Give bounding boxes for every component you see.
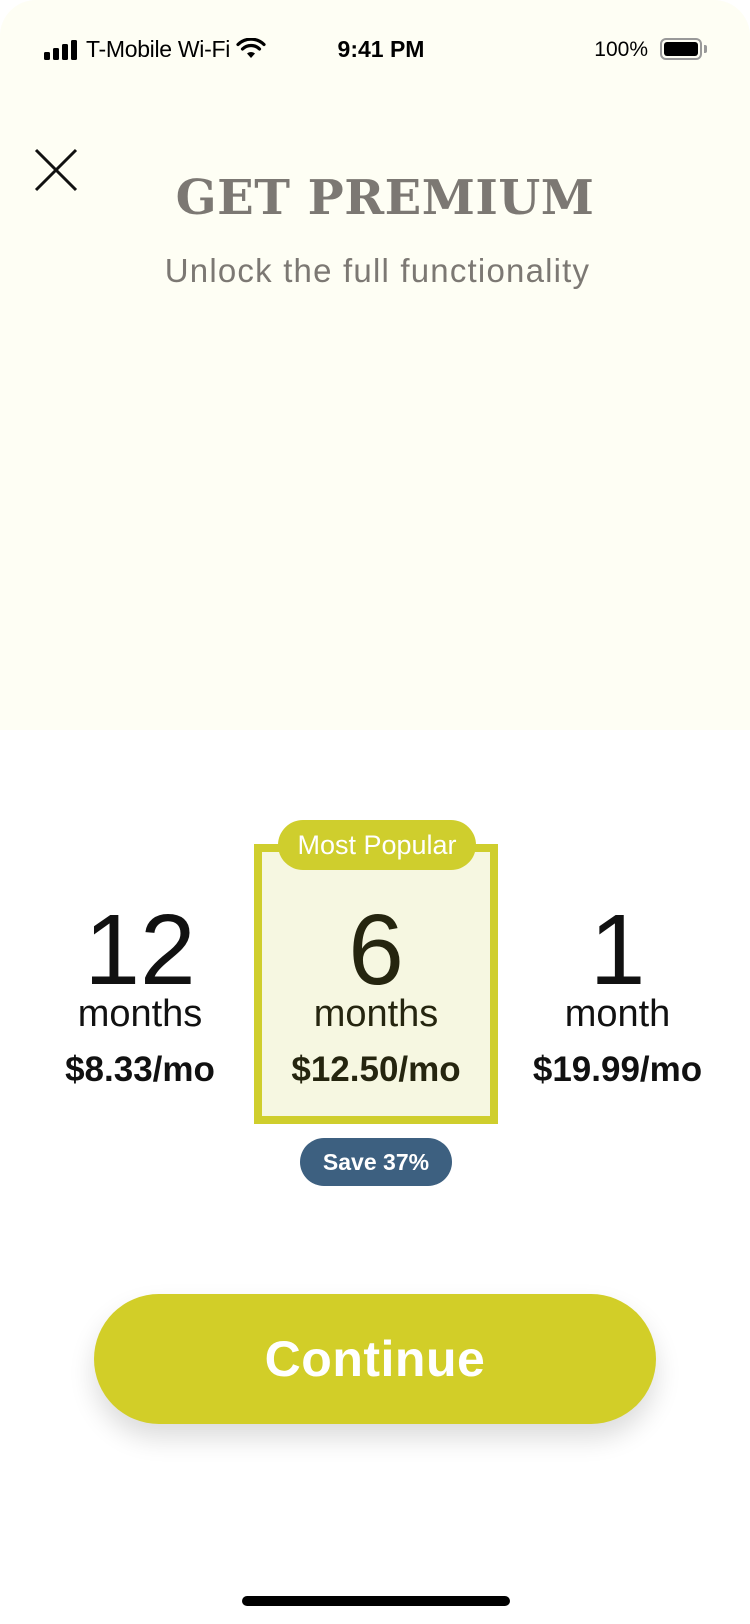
plan-option-1-month[interactable]: 1 month $19.99/mo: [510, 900, 725, 1090]
plan-price: $8.33/mo: [65, 1050, 215, 1089]
plan-duration-number: 1: [589, 894, 646, 1006]
savings-badge: Save 37%: [300, 1138, 452, 1186]
plan-price: $12.50/mo: [291, 1050, 461, 1089]
page-title: GET PREMIUM: [175, 170, 595, 226]
battery-nub: [704, 45, 707, 53]
status-bar: T-Mobile Wi-Fi 9:41 PM 100%: [0, 0, 750, 100]
plan-option-6-months[interactable]: 6 months $12.50/mo: [254, 844, 498, 1124]
plan-price: $19.99/mo: [532, 1050, 703, 1089]
continue-button[interactable]: Continue: [94, 1294, 656, 1424]
plan-duration-number: 6: [348, 894, 404, 1006]
home-indicator[interactable]: [242, 1596, 510, 1606]
plan-duration-number: 12: [84, 894, 196, 1006]
most-popular-badge: Most Popular: [278, 820, 476, 870]
plan-duration-unit: months: [77, 993, 203, 1035]
battery-percent: 100%: [594, 38, 648, 61]
plan-duration-unit: months: [313, 993, 439, 1035]
page-subtitle: Unlock the full functionality: [164, 252, 591, 289]
battery-level: [664, 42, 698, 56]
battery-icon: [660, 38, 702, 60]
plan-duration-unit: month: [564, 993, 671, 1035]
hero-section: [0, 0, 750, 730]
plan-option-12-months[interactable]: 12 months $8.33/mo: [40, 900, 240, 1090]
